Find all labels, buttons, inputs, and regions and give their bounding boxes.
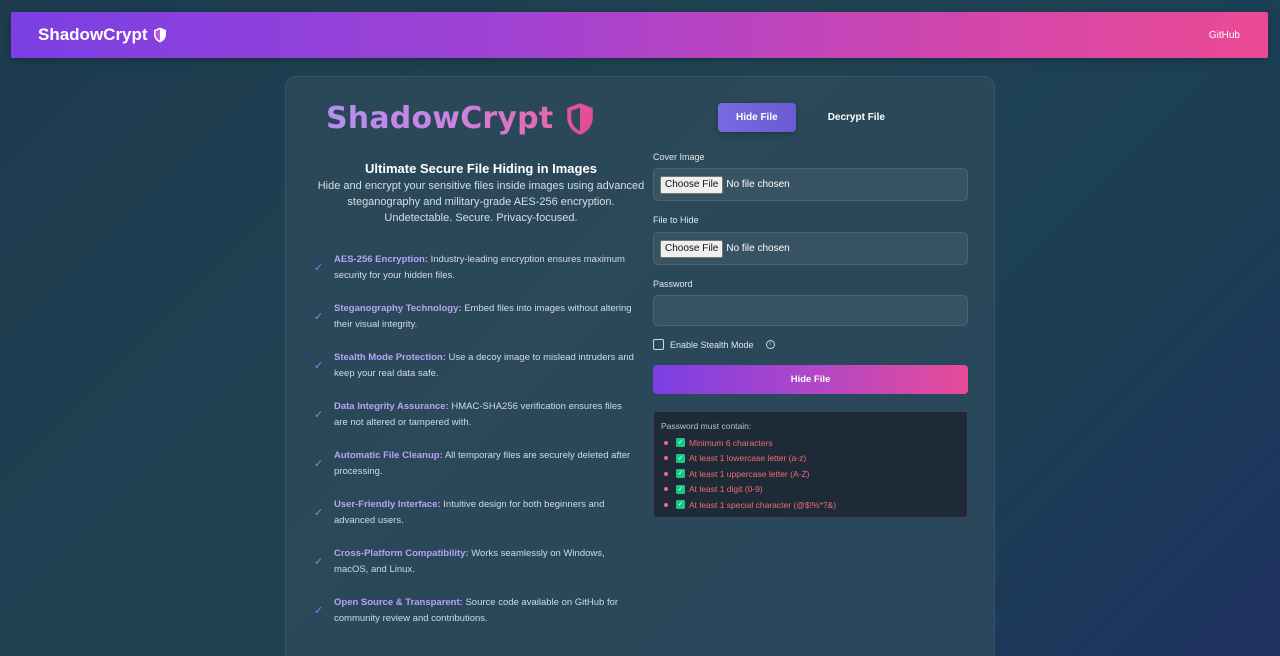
list-item: ✓ At least 1 digit (0-9) [661,482,967,498]
feature-text: Automatic File Cleanup: All temporary fi… [334,448,634,479]
feature-list: ✓ AES-256 Encryption: Industry-leading e… [314,243,634,635]
feature-text: Cross-Platform Compatibility: Works seam… [334,546,634,577]
mode-tabs: Hide File Decrypt File [718,103,903,132]
bullet-icon [664,471,668,476]
feature-text: User-Friendly Interface: Intuitive desig… [334,497,634,528]
tab-decrypt-file[interactable]: Decrypt File [810,103,903,132]
hide-file-button[interactable]: Hide File [653,365,968,394]
choose-file-button[interactable]: Choose File [660,175,724,194]
feature-title: Open Source & Transparent: [334,597,463,608]
hero-title: Ultimate Secure File Hiding in Images [365,161,597,176]
list-item: ✓ At least 1 special character (@$!%*?&) [661,497,967,513]
check-icon: ✓ [676,484,685,494]
logo: ShadowCrypt [326,101,595,136]
password-rules-title: Password must contain: [661,421,752,431]
check-icon: ✓ [676,500,685,510]
rule-text: At least 1 uppercase letter (A-Z) [689,468,810,479]
password-input[interactable] [653,295,968,326]
feature-text: Data Integrity Assurance: HMAC-SHA256 ve… [334,399,634,430]
feature-text: Stealth Mode Protection: Use a decoy ima… [334,350,634,381]
list-item: ✓ At least 1 lowercase letter (a-z) [661,451,967,467]
feature-title: Cross-Platform Compatibility: [334,548,469,559]
list-item: ✓ Data Integrity Assurance: HMAC-SHA256 … [314,390,634,439]
main-card: ShadowCrypt Ultimate Secure File Hiding … [285,76,995,656]
navbar-brand[interactable]: ShadowCrypt [38,25,168,45]
check-icon: ✓ [676,438,685,448]
check-icon: ✓ [676,469,685,479]
cover-image-input[interactable]: Choose File No file chosen [653,168,968,201]
password-rules: Password must contain: ✓ Minimum 6 charac… [653,411,968,518]
choose-file-button[interactable]: Choose File [660,239,724,258]
list-item: ✓ Stealth Mode Protection: Use a decoy i… [314,341,634,390]
checkmark-icon: ✓ [314,409,324,421]
rule-text: Minimum 6 characters [689,437,773,448]
list-item: ✓ Automatic File Cleanup: All temporary … [314,439,634,488]
list-item: ✓ AES-256 Encryption: Industry-leading e… [314,243,634,292]
feature-title: AES-256 Encryption: [334,254,428,265]
stealth-mode-label: Enable Stealth Mode [670,339,754,350]
shield-icon [153,27,166,43]
list-item: ✓ Cross-Platform Compatibility: Works se… [314,537,634,586]
list-item: ✓ At least 1 uppercase letter (A-Z) [661,466,967,482]
check-icon: ✓ [676,453,685,463]
checkmark-icon: ✓ [314,262,324,274]
stealth-mode-checkbox[interactable] [653,339,664,350]
checkmark-icon: ✓ [314,605,324,617]
checkmark-icon: ✓ [314,458,324,470]
tab-hide-file[interactable]: Hide File [718,103,796,132]
bullet-icon [664,456,668,461]
rule-text: At least 1 digit (0-9) [689,484,763,495]
list-item: ✓ Open Source & Transparent: Source code… [314,586,634,635]
feature-text: Steganography Technology: Embed files in… [334,301,634,332]
feature-title: User-Friendly Interface: [334,499,441,510]
feature-title: Steganography Technology: [334,303,462,314]
stealth-mode-toggle: Enable Stealth Mode i [653,339,775,350]
brand-name: ShadowCrypt [38,25,148,44]
cover-image-label: Cover Image [653,152,705,162]
logo-text: ShadowCrypt [326,101,554,136]
feature-title: Stealth Mode Protection: [334,352,446,363]
checkmark-icon: ✓ [314,311,324,323]
rule-text: At least 1 special character (@$!%*?&) [689,499,837,510]
checkmark-icon: ✓ [314,360,324,372]
checkmark-icon: ✓ [314,556,324,568]
rule-text: At least 1 lowercase letter (a-z) [689,453,807,464]
feature-title: Automatic File Cleanup: [334,450,443,461]
list-item: ✓ Steganography Technology: Embed files … [314,292,634,341]
checkmark-icon: ✓ [314,507,324,519]
list-item: ✓ Minimum 6 characters [661,435,967,451]
bullet-icon [664,440,668,445]
file-status: No file chosen [726,179,790,190]
bullet-icon [664,487,668,492]
navbar: ShadowCrypt GitHub [11,12,1268,58]
feature-text: Open Source & Transparent: Source code a… [334,595,634,626]
shield-icon [567,102,594,135]
hero-description: Hide and encrypt your sensitive files in… [317,180,645,224]
file-to-hide-label: File to Hide [653,215,699,225]
feature-title: Data Integrity Assurance: [334,401,449,412]
info-icon[interactable]: i [765,340,775,349]
file-to-hide-input[interactable]: Choose File No file chosen [653,232,968,265]
bullet-icon [664,502,668,507]
file-status: No file chosen [726,243,790,254]
github-link[interactable]: GitHub [1209,30,1240,41]
list-item: ✓ User-Friendly Interface: Intuitive des… [314,488,634,537]
feature-text: AES-256 Encryption: Industry-leading enc… [334,252,634,283]
password-label: Password [653,279,693,289]
